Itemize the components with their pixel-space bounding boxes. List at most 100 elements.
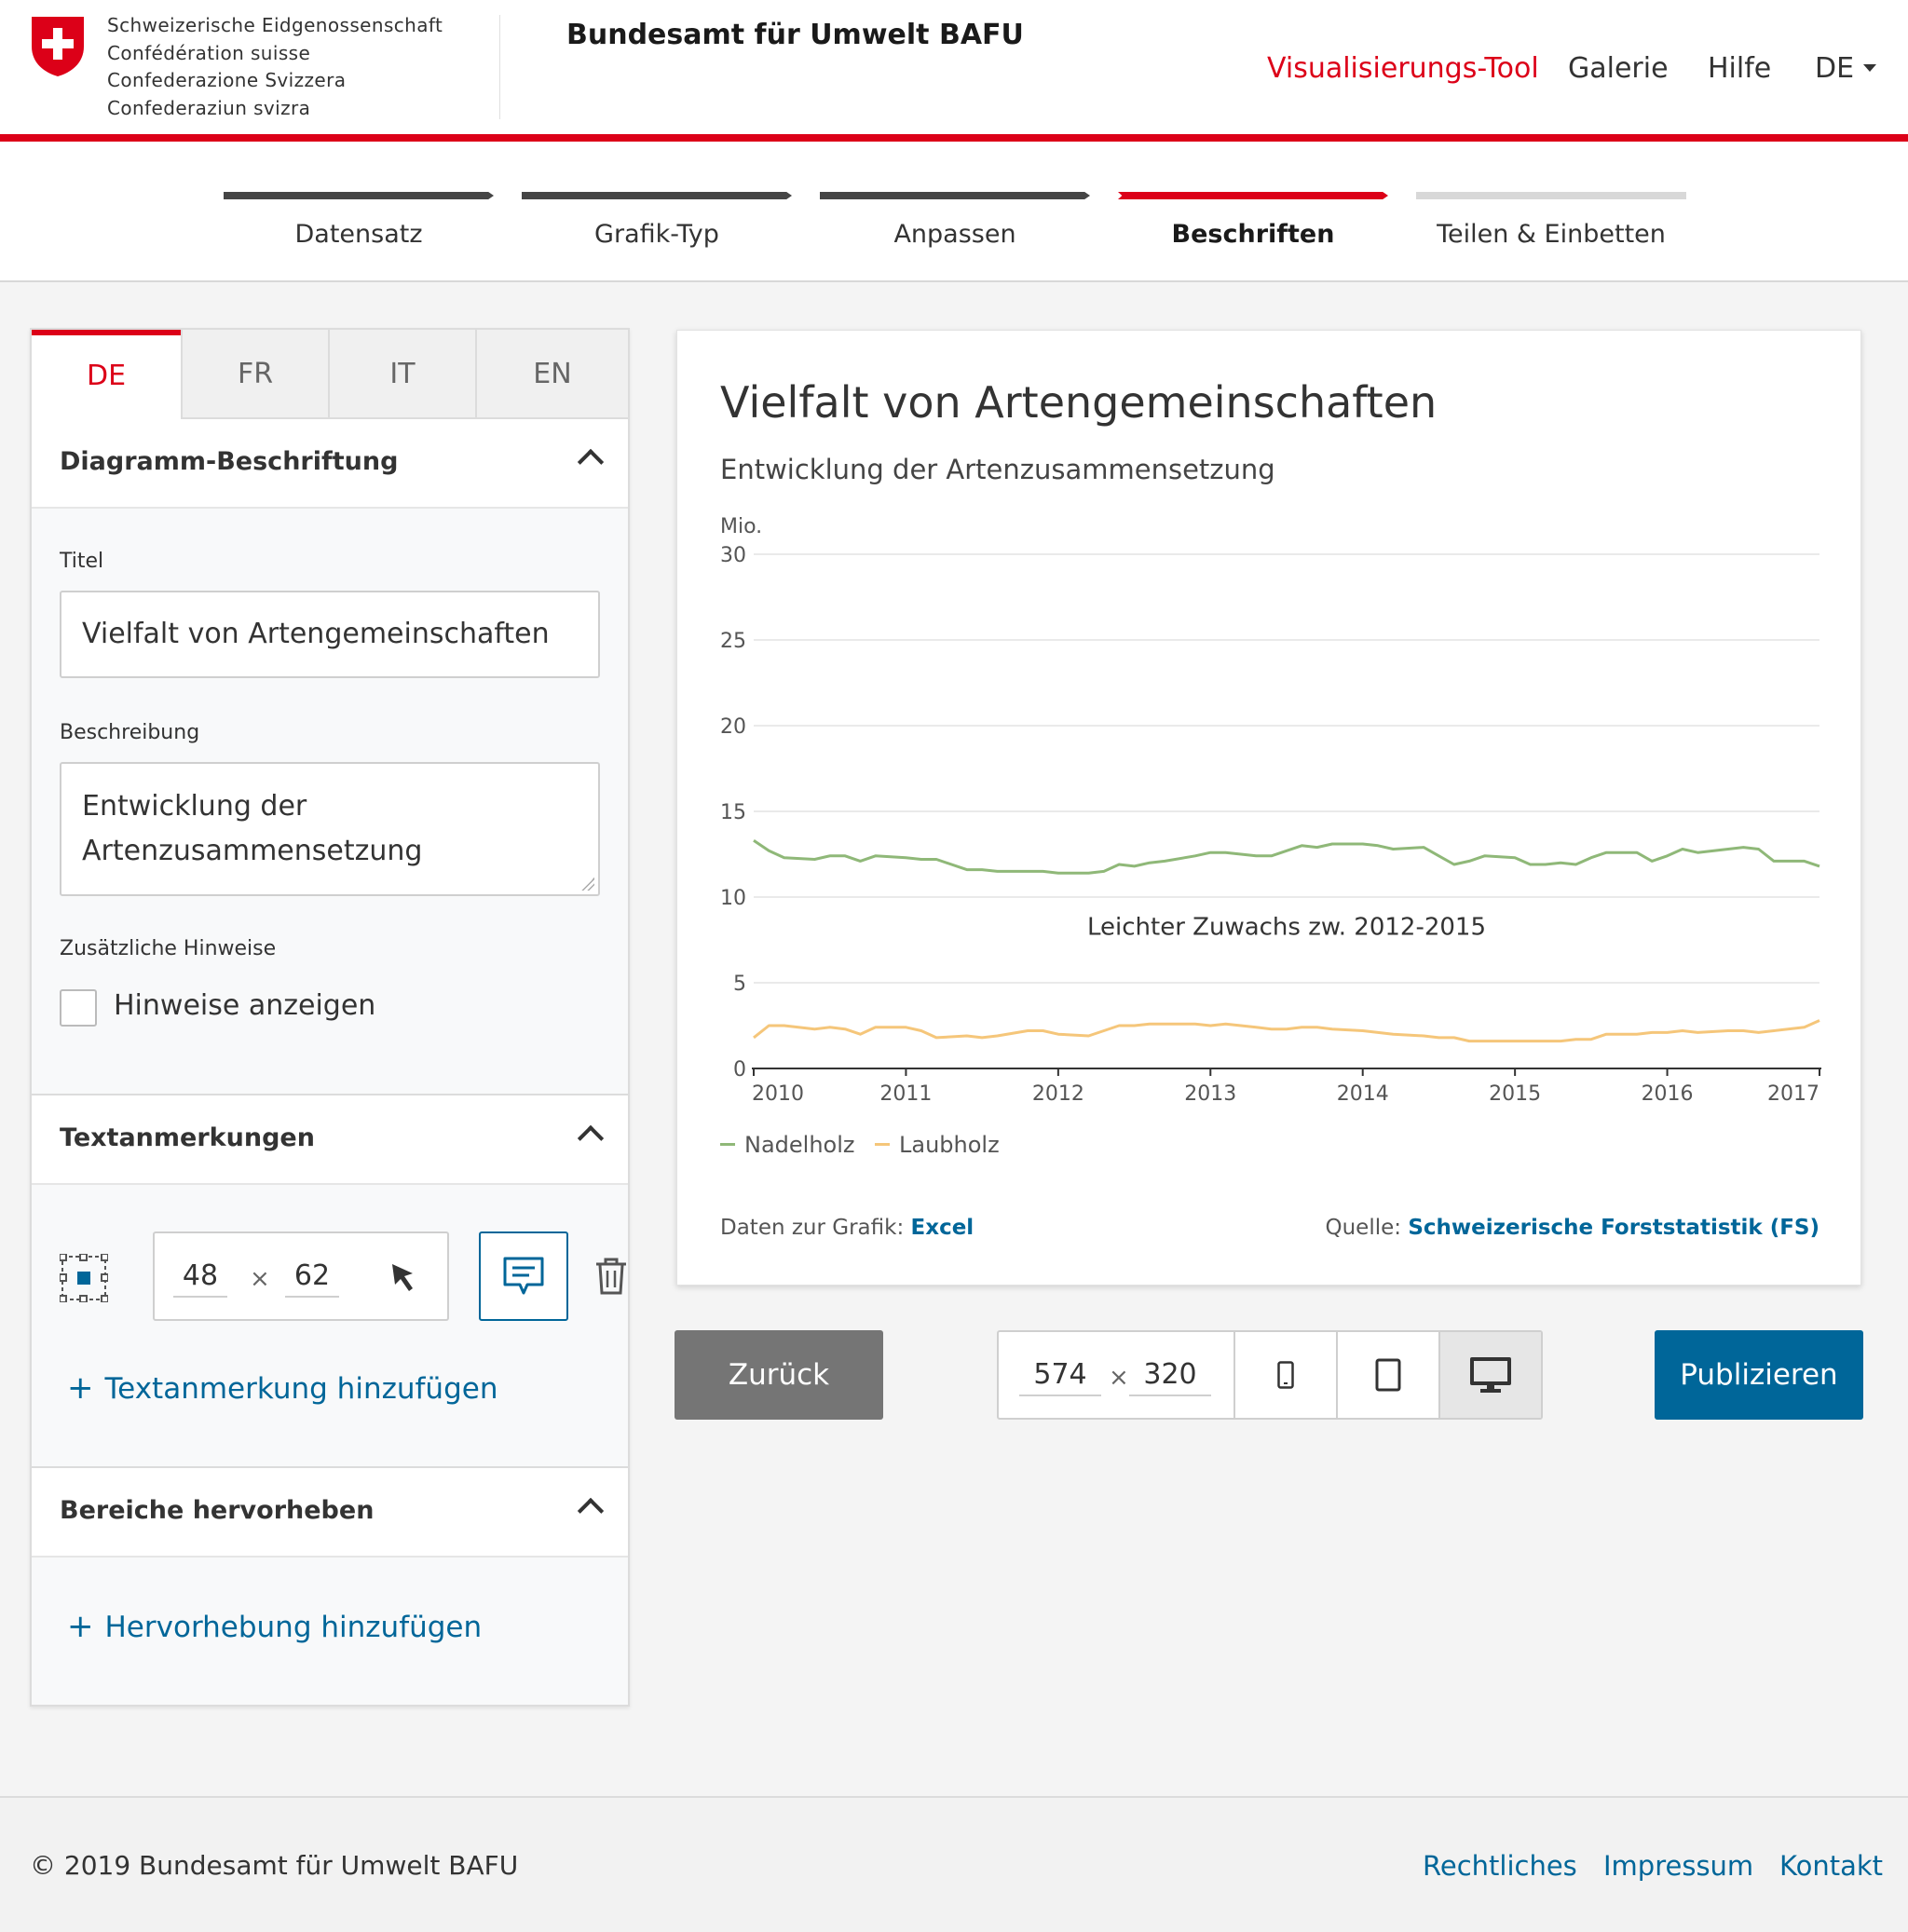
cursor-arrow-icon bbox=[392, 1264, 413, 1291]
step-bar bbox=[820, 192, 1090, 199]
chevron-up-icon bbox=[577, 448, 605, 476]
tablet-preview-button[interactable] bbox=[1336, 1332, 1438, 1418]
progress-stepper: Datensatz Grafik-Typ Anpassen Beschrifte… bbox=[0, 142, 1908, 282]
step-grafik-typ[interactable]: Grafik-Typ bbox=[522, 192, 792, 249]
data-download: Daten zur Grafik: Excel bbox=[720, 1216, 974, 1240]
confederation-name-de: Schweizerische Eidgenossenschaft bbox=[107, 14, 443, 36]
y-tick-label: 5 bbox=[733, 973, 746, 996]
footer-link-imprint[interactable]: Impressum bbox=[1603, 1850, 1753, 1882]
mobile-preview-button[interactable] bbox=[1233, 1332, 1336, 1418]
step-datensatz[interactable]: Datensatz bbox=[224, 192, 494, 249]
description-line: Artenzusammensetzung bbox=[82, 835, 423, 867]
nav-help[interactable]: Hilfe bbox=[1708, 52, 1771, 85]
data-source-prefix: Quelle: bbox=[1325, 1216, 1401, 1240]
description-textarea[interactable]: Entwicklung der Artenzusammensetzung bbox=[60, 762, 600, 896]
annotation-position-box: 48 × 62 bbox=[153, 1231, 361, 1321]
chart-annotation: Leichter Zuwachs zw. 2012-2015 bbox=[1087, 913, 1486, 941]
annotation-x-input[interactable]: 48 bbox=[173, 1259, 227, 1298]
tab-de[interactable]: DE bbox=[32, 330, 181, 419]
step-label: Beschriften bbox=[1171, 220, 1335, 249]
preview-height-input[interactable]: 320 bbox=[1129, 1358, 1211, 1396]
data-download-prefix: Daten zur Grafik: bbox=[720, 1216, 905, 1240]
section-title: Textanmerkungen bbox=[60, 1123, 315, 1152]
step-bar bbox=[1416, 192, 1686, 199]
step-bar bbox=[522, 192, 792, 199]
step-label: Teilen & Einbetten bbox=[1437, 220, 1666, 249]
step-teilen-einbetten[interactable]: Teilen & Einbetten bbox=[1416, 192, 1686, 249]
source-link[interactable]: Schweizerische Forststatistik (FS) bbox=[1408, 1216, 1819, 1240]
preview-size-control: 574 × 320 bbox=[997, 1330, 1543, 1420]
x-tick-label: 2016 bbox=[1642, 1082, 1694, 1106]
back-button[interactable]: Zurück bbox=[675, 1330, 883, 1420]
x-tick-label: 2017 bbox=[1767, 1082, 1819, 1106]
chevron-up-icon bbox=[577, 1124, 605, 1152]
pick-position-button[interactable] bbox=[360, 1231, 449, 1321]
desktop-preview-button[interactable] bbox=[1438, 1332, 1541, 1418]
position-anchor-icon[interactable] bbox=[60, 1254, 108, 1302]
tab-it[interactable]: IT bbox=[328, 330, 475, 419]
title-label: Titel bbox=[60, 550, 104, 573]
legend-label: Nadelholz bbox=[744, 1132, 855, 1158]
annotation-row: 48 × 62 bbox=[60, 1231, 626, 1321]
confederation-names: Schweizerische Eidgenossenschaft Confédé… bbox=[107, 12, 443, 122]
description-line: Entwicklung der bbox=[82, 790, 307, 823]
resize-grip-icon[interactable] bbox=[581, 878, 594, 891]
tablet-icon bbox=[1375, 1358, 1401, 1392]
section-highlights-header[interactable]: Bereiche hervorheben bbox=[32, 1468, 628, 1558]
x-tick-label: 2010 bbox=[752, 1082, 804, 1106]
section-chart-labels-header[interactable]: Diagramm-Beschriftung bbox=[32, 419, 628, 509]
x-tick-label: 2015 bbox=[1489, 1082, 1541, 1106]
caret-down-icon bbox=[1863, 63, 1877, 72]
trash-icon[interactable] bbox=[594, 1258, 628, 1295]
confederation-name-rm: Confederaziun svizra bbox=[107, 96, 311, 119]
step-label: Datensatz bbox=[294, 220, 423, 249]
x-tick-label: 2013 bbox=[1184, 1082, 1236, 1106]
legend-item-nadelholz[interactable]: Nadelholz bbox=[720, 1132, 855, 1158]
show-notes-checkbox[interactable] bbox=[60, 989, 97, 1027]
section-title: Bereiche hervorheben bbox=[60, 1496, 375, 1525]
description-label: Beschreibung bbox=[60, 721, 200, 744]
legend-swatch bbox=[720, 1142, 735, 1146]
comment-icon bbox=[503, 1257, 544, 1295]
copyright: © 2019 Bundesamt für Umwelt BAFU bbox=[30, 1850, 519, 1881]
publish-button[interactable]: Publizieren bbox=[1655, 1330, 1863, 1420]
y-tick-label: 10 bbox=[720, 887, 746, 910]
tab-en[interactable]: EN bbox=[475, 330, 628, 419]
times-sign: × bbox=[250, 1265, 270, 1293]
section-annotations-header[interactable]: Textanmerkungen bbox=[32, 1095, 628, 1185]
swiss-crest-icon bbox=[32, 17, 84, 76]
site-header: Schweizerische Eidgenossenschaft Confédé… bbox=[0, 0, 1908, 136]
language-tabs: DE FR IT EN bbox=[32, 330, 628, 419]
header-accent-line bbox=[0, 134, 1908, 142]
step-beschriften[interactable]: Beschriften bbox=[1118, 192, 1388, 249]
plus-icon: + bbox=[67, 1369, 94, 1407]
tab-fr[interactable]: FR bbox=[181, 330, 328, 419]
legend-swatch bbox=[875, 1142, 890, 1146]
x-tick-label: 2012 bbox=[1032, 1082, 1084, 1106]
y-tick-label: 25 bbox=[720, 630, 746, 653]
step-bar bbox=[1118, 192, 1388, 199]
chevron-up-icon bbox=[577, 1497, 605, 1525]
nav-visualization-tool[interactable]: Visualisierungs-Tool bbox=[1267, 52, 1539, 85]
data-source: Quelle: Schweizerische Forststatistik (F… bbox=[1325, 1216, 1819, 1240]
annotation-y-input[interactable]: 62 bbox=[285, 1259, 339, 1298]
x-tick-label: 2014 bbox=[1337, 1082, 1389, 1106]
preview-width-input[interactable]: 574 bbox=[1019, 1358, 1101, 1396]
footer-link-contact[interactable]: Kontakt bbox=[1779, 1850, 1883, 1882]
add-annotation-link[interactable]: + Textanmerkung hinzufügen bbox=[67, 1369, 497, 1407]
title-input[interactable]: Vielfalt von Artengemeinschaften bbox=[60, 591, 600, 678]
footer-link-legal[interactable]: Rechtliches bbox=[1423, 1850, 1577, 1882]
y-tick-label: 0 bbox=[733, 1058, 746, 1082]
step-label: Anpassen bbox=[893, 220, 1016, 249]
add-highlight-link[interactable]: + Hervorhebung hinzufügen bbox=[67, 1608, 482, 1645]
legend-item-laubholz[interactable]: Laubholz bbox=[875, 1132, 1000, 1158]
language-selector[interactable]: DE bbox=[1815, 52, 1877, 85]
language-selector-label: DE bbox=[1815, 52, 1855, 85]
nav-gallery[interactable]: Galerie bbox=[1568, 52, 1669, 85]
y-tick-label: 20 bbox=[720, 715, 746, 739]
excel-link[interactable]: Excel bbox=[911, 1216, 974, 1240]
edit-annotation-text-button[interactable] bbox=[479, 1231, 568, 1321]
step-anpassen[interactable]: Anpassen bbox=[820, 192, 1090, 249]
site-footer: © 2019 Bundesamt für Umwelt BAFU Rechtli… bbox=[0, 1796, 1908, 1932]
show-notes-label[interactable]: Hinweise anzeigen bbox=[114, 989, 375, 1022]
